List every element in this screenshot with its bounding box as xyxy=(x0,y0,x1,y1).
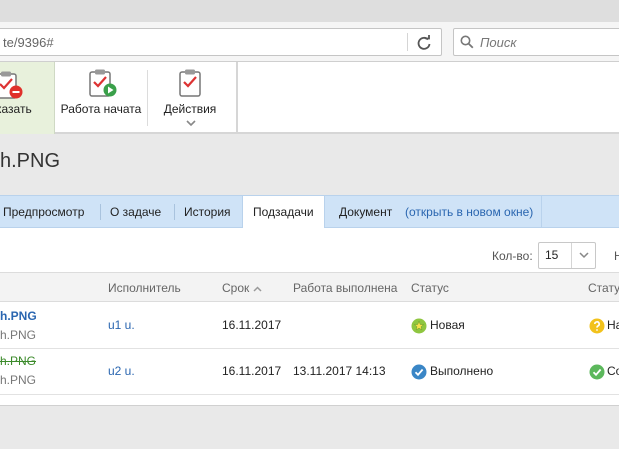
deadline: 16.11.2017 xyxy=(222,318,282,332)
table-row[interactable]: h.PNG h.PNG u2 u. 16.11.2017 13.11.2017 … xyxy=(0,349,619,395)
deadline: 16.11.2017 xyxy=(222,364,282,378)
toolbar-divider xyxy=(147,70,148,126)
url-text: te/9396# xyxy=(3,35,54,50)
check-icon xyxy=(411,364,427,380)
subtasks-panel: Кол-во: 15 Н Исполнитель Срок Работа вып… xyxy=(0,228,619,406)
question-icon xyxy=(589,318,605,334)
open-in-new-window-link[interactable]: (открыть в новом окне) xyxy=(405,196,533,228)
tab-about[interactable]: О задаче xyxy=(100,196,171,228)
status2-text: На xyxy=(607,318,619,332)
count-select[interactable]: 15 xyxy=(538,242,596,269)
table-row[interactable]: h.PNG h.PNG u1 u. 16.11.2017 Новая На xyxy=(0,303,619,349)
clipboard-check-icon xyxy=(179,69,201,97)
star-icon xyxy=(411,318,427,334)
url-input[interactable]: te/9396# xyxy=(0,28,442,56)
toolbar-edge xyxy=(236,62,238,134)
search-input[interactable]: Поиск xyxy=(453,28,619,56)
check-icon xyxy=(589,364,605,380)
chevron-down-icon xyxy=(186,120,196,127)
task-tabs: Предпросмотр О задаче История Подзадачи … xyxy=(0,195,619,229)
col-executor[interactable]: Исполнитель xyxy=(108,281,181,295)
url-divider xyxy=(407,33,408,51)
table-header: Исполнитель Срок Работа выполнена Статус… xyxy=(0,272,619,302)
col-done[interactable]: Работа выполнена xyxy=(293,281,397,295)
executor-link[interactable]: u1 u. xyxy=(108,318,135,332)
browser-top-chrome xyxy=(0,0,619,22)
task-toolbar: казать Работа начата Действия xyxy=(0,62,619,134)
count-dropdown-button[interactable] xyxy=(571,243,595,268)
executor-link[interactable]: u2 u. xyxy=(108,364,135,378)
reload-icon[interactable] xyxy=(414,33,434,53)
subtask-name-link[interactable]: h.PNG xyxy=(0,354,36,368)
clipboard-remove-icon xyxy=(0,71,23,99)
sort-asc-icon xyxy=(253,286,262,292)
subtask-file: h.PNG xyxy=(0,328,37,342)
col-deadline-label: Срок xyxy=(222,281,250,295)
col-status2[interactable]: Стату xyxy=(588,281,619,295)
work-done-date: 13.11.2017 14:13 xyxy=(293,364,386,378)
status-text: Выполнено xyxy=(430,364,494,378)
subtask-name-link[interactable]: h.PNG xyxy=(0,309,37,323)
tab-history[interactable]: История xyxy=(174,196,241,228)
tab-preview[interactable]: Предпросмотр xyxy=(0,196,94,228)
show-button[interactable]: казать xyxy=(0,62,55,134)
status2-text: Со xyxy=(607,364,619,378)
pager-edge-text: Н xyxy=(614,249,619,263)
browser-address-bar: te/9396# Поиск xyxy=(0,22,619,62)
col-status[interactable]: Статус xyxy=(411,281,449,295)
page-title: h.PNG xyxy=(0,150,61,172)
actions-button[interactable]: Действия xyxy=(152,62,228,134)
col-deadline[interactable]: Срок xyxy=(222,281,262,295)
search-icon xyxy=(460,35,474,49)
status-text: Новая xyxy=(430,318,465,332)
work-started-button[interactable]: Работа начата xyxy=(56,62,146,134)
actions-label: Действия xyxy=(163,102,217,116)
chevron-down-icon xyxy=(579,252,589,259)
subtask-file: h.PNG xyxy=(0,373,37,387)
tab-divider xyxy=(541,196,542,228)
count-value: 15 xyxy=(545,248,559,262)
search-placeholder: Поиск xyxy=(480,35,517,50)
count-label: Кол-во: xyxy=(492,249,533,263)
tab-document[interactable]: Документ xyxy=(329,196,402,228)
tab-subtasks[interactable]: Подзадачи xyxy=(242,196,325,229)
clipboard-play-icon xyxy=(89,69,117,97)
work-started-label: Работа начата xyxy=(60,102,142,116)
show-button-label: казать xyxy=(0,102,32,116)
